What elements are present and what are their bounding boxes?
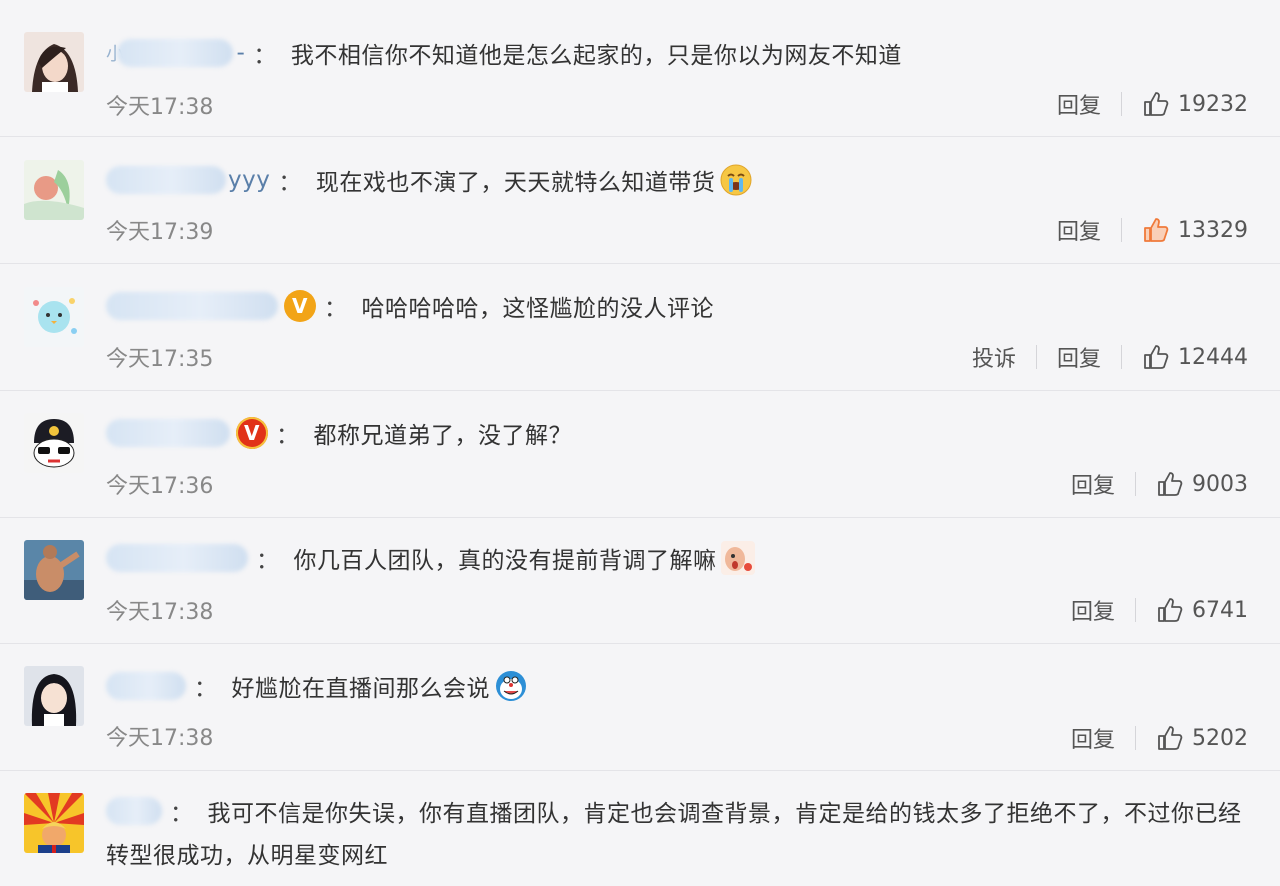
comment-time: 今天17:38	[106, 726, 214, 751]
username[interactable]	[106, 419, 230, 447]
comment-item: ： 好尴尬在直播间那么会说 今天17:38 回复 5202	[0, 644, 1280, 771]
comment-actions: 投诉 回复 12444	[972, 341, 1248, 373]
like-button[interactable]: 19232	[1142, 90, 1248, 118]
colon: ：	[276, 423, 300, 449]
doraemon-emoji-icon	[494, 669, 528, 703]
like-count: 6741	[1192, 597, 1248, 623]
emoji-icon	[720, 541, 755, 575]
comment-time: 今天17:38	[106, 600, 214, 625]
comment-line: ： 我可不信是你失误，你有直播团队，肯定也会调查背景，肯定是给的钱太多了拒绝不了…	[106, 793, 1242, 829]
comment-time: 今天17:36	[106, 474, 214, 499]
user-avatar[interactable]	[24, 160, 84, 220]
colon: ：	[278, 170, 302, 196]
comment-item: V ： 哈哈哈哈哈，这怪尴尬的没人评论 今天17:35 投诉 回复 12444	[0, 264, 1280, 391]
comment-line: V ： 都称兄道弟了，没了解？	[106, 415, 572, 451]
comment-actions: 回复 13329	[1057, 214, 1248, 246]
username[interactable]	[106, 544, 248, 572]
report-button[interactable]: 投诉	[972, 341, 1016, 373]
comment-item: V ： 都称兄道弟了，没了解？ 今天17:36 回复 9003	[0, 391, 1280, 518]
reply-button[interactable]: 回复	[1057, 214, 1101, 246]
comment-line: yyy ： 现在戏也不演了，天天就特么知道带货	[106, 162, 753, 198]
user-avatar[interactable]	[24, 793, 84, 853]
username[interactable]	[106, 166, 226, 194]
comment-item: 小 - ： 我不相信你不知道他是怎么起家的，只是你以为网友不知道 今天17:38…	[0, 0, 1280, 137]
user-avatar[interactable]	[24, 540, 84, 600]
colon: ：	[170, 801, 194, 827]
thumbs-up-icon	[1158, 598, 1183, 622]
comment-list: 小 - ： 我不相信你不知道他是怎么起家的，只是你以为网友不知道 今天17:38…	[0, 0, 1280, 886]
comment-text: 哈哈哈哈哈，这怪尴尬的没人评论	[361, 296, 714, 322]
comment-text: 好尴尬在直播间那么会说	[231, 676, 490, 702]
comment-text: 都称兄道弟了，没了解？	[313, 423, 572, 449]
divider	[1135, 726, 1136, 750]
like-button[interactable]: 9003	[1156, 470, 1248, 498]
colon: ：	[253, 43, 277, 69]
thumbs-up-icon	[1144, 345, 1169, 369]
reply-button[interactable]: 回复	[1057, 341, 1101, 373]
like-count: 9003	[1192, 471, 1248, 497]
thumbs-up-icon	[1158, 472, 1183, 496]
like-count: 19232	[1178, 91, 1248, 117]
comment-time: 今天17:38	[106, 95, 214, 120]
comment-line: 小 - ： 我不相信你不知道他是怎么起家的，只是你以为网友不知道	[106, 35, 902, 71]
reply-button[interactable]: 回复	[1071, 594, 1115, 626]
comment-text: 我不相信你不知道他是怎么起家的，只是你以为网友不知道	[290, 43, 902, 69]
colon: ：	[194, 676, 218, 702]
divider	[1121, 218, 1122, 242]
comment-text: 现在戏也不演了，天天就特么知道带货	[315, 170, 716, 196]
comment-actions: 回复 6741	[1071, 594, 1248, 626]
crying-emoji-icon	[719, 163, 753, 197]
comment-actions: 回复 19232	[1057, 88, 1248, 120]
divider	[1121, 92, 1122, 116]
like-button[interactable]: 13329	[1142, 216, 1248, 244]
comment-item: ： 你几百人团队，真的没有提前背调了解嘛 今天17:38 回复 6741	[0, 518, 1280, 644]
comment-item: yyy ： 现在戏也不演了，天天就特么知道带货 今天17:39 回复 13329	[0, 137, 1280, 264]
colon: ：	[324, 296, 348, 322]
like-count: 13329	[1178, 217, 1248, 243]
comment-actions: 回复 9003	[1071, 468, 1248, 500]
divider	[1035, 345, 1037, 369]
username[interactable]	[116, 39, 233, 67]
comment-item: ： 我可不信是你失误，你有直播团队，肯定也会调查背景，肯定是给的钱太多了拒绝不了…	[0, 771, 1280, 886]
thumbs-up-icon	[1158, 726, 1183, 750]
reply-button[interactable]: 回复	[1071, 722, 1115, 754]
comment-line: ： 好尴尬在直播间那么会说	[106, 668, 528, 704]
comment-actions: 回复 5202	[1071, 722, 1248, 754]
divider	[1121, 345, 1122, 369]
comment-text-continued: 转型很成功，从明星变网红	[106, 843, 388, 869]
user-avatar[interactable]	[24, 413, 84, 473]
divider	[1135, 598, 1136, 622]
divider	[1135, 472, 1136, 496]
username-tail: -	[236, 40, 246, 66]
like-count: 12444	[1178, 344, 1248, 370]
thumbs-up-icon	[1144, 92, 1169, 116]
username[interactable]	[106, 797, 162, 825]
verified-badge-icon: V	[284, 290, 316, 322]
verified-badge-icon: V	[236, 417, 268, 449]
user-avatar[interactable]	[24, 666, 84, 726]
colon: ：	[256, 548, 280, 574]
comment-text: 我可不信是你失误，你有直播团队，肯定也会调查背景，肯定是给的钱太多了拒绝不了，不…	[207, 801, 1242, 827]
thumbs-up-icon	[1144, 218, 1169, 242]
username[interactable]	[106, 672, 186, 700]
comment-time: 今天17:35	[106, 347, 214, 372]
comment-time: 今天17:39	[106, 220, 214, 245]
username-fragment: yyy	[228, 167, 271, 193]
comment-line: ： 你几百人团队，真的没有提前背调了解嘛	[106, 540, 755, 576]
like-button[interactable]: 5202	[1156, 724, 1248, 752]
username[interactable]	[106, 292, 278, 320]
like-button[interactable]: 12444	[1142, 343, 1248, 371]
user-avatar[interactable]	[24, 32, 84, 92]
user-avatar[interactable]	[24, 287, 84, 347]
like-button[interactable]: 6741	[1156, 596, 1248, 624]
comment-text: 你几百人团队，真的没有提前背调了解嘛	[293, 548, 717, 574]
like-count: 5202	[1192, 725, 1248, 751]
comment-line: V ： 哈哈哈哈哈，这怪尴尬的没人评论	[106, 288, 714, 324]
reply-button[interactable]: 回复	[1071, 468, 1115, 500]
reply-button[interactable]: 回复	[1057, 88, 1101, 120]
